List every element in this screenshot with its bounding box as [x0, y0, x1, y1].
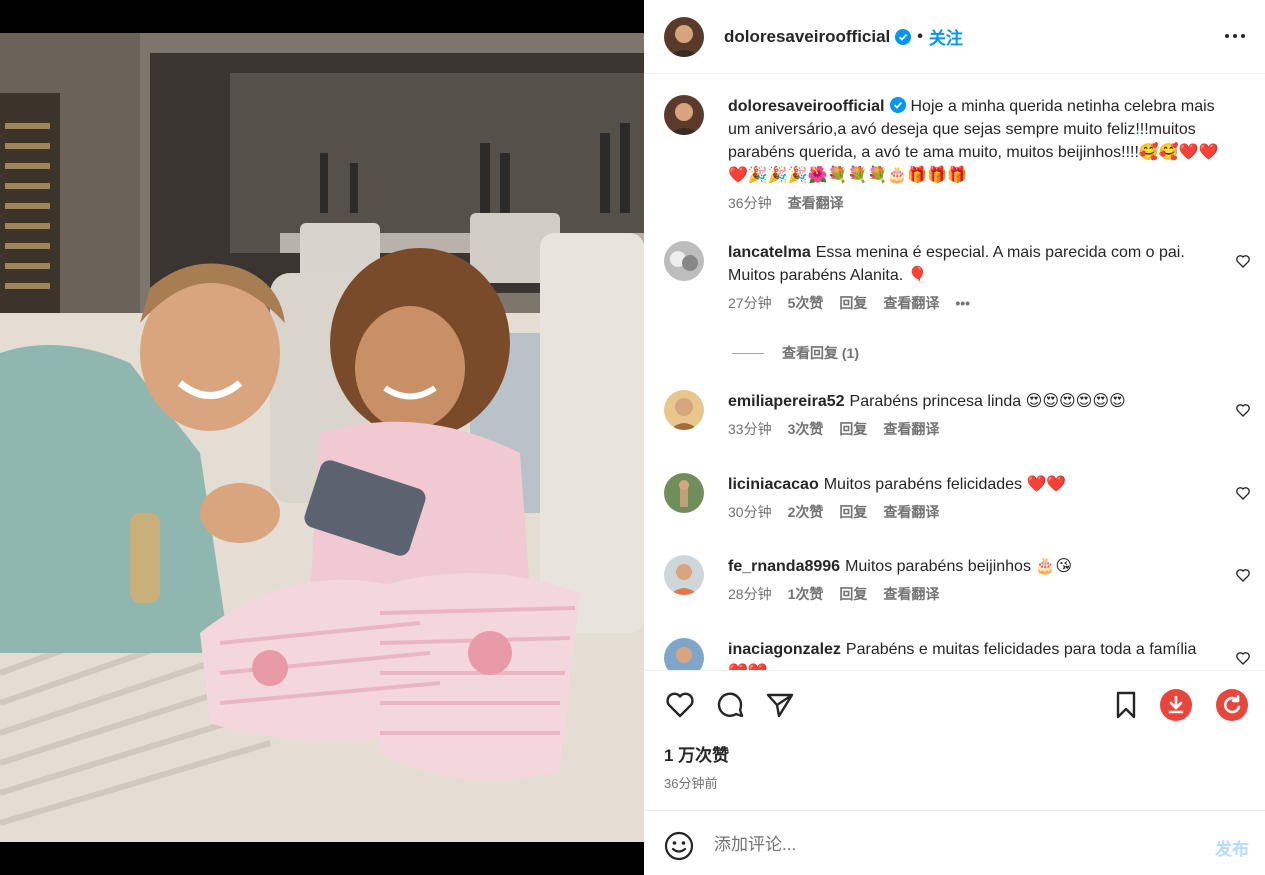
post-time[interactable]: 36分钟前 — [664, 773, 717, 792]
post-photo[interactable] — [0, 0, 644, 875]
view-replies-label: 查看回复 (1) — [782, 345, 859, 361]
comment-username[interactable]: emiliapereira52 — [728, 393, 845, 410]
caption-meta: 36分钟 查看翻译 — [728, 193, 1251, 213]
comment-time[interactable]: 28分钟 — [728, 584, 772, 604]
see-translation-link[interactable]: 查看翻译 — [883, 419, 939, 439]
comment-text: Muitos parabéns felicidades ❤️❤️ — [823, 476, 1067, 493]
comment-item: emiliapereira52 Parabéns princesa linda 😍… — [664, 390, 1251, 439]
verified-icon — [889, 97, 906, 113]
follow-button[interactable]: 关注 — [929, 24, 963, 49]
more-icon[interactable] — [1223, 26, 1247, 46]
bookmark-icon[interactable] — [1110, 689, 1142, 721]
comment-meta: 28分钟 1次赞 回复 查看翻译 — [728, 584, 1251, 604]
caption-time[interactable]: 36分钟 — [728, 193, 772, 213]
like-comment-icon[interactable] — [1235, 567, 1251, 583]
view-replies-button[interactable]: 查看回复 (1) — [732, 343, 859, 363]
download-icon[interactable] — [1160, 689, 1192, 721]
comment-body: fe_rnanda8996 Muitos parabéns beijinhos 🎂… — [728, 555, 1251, 578]
commenter-avatar[interactable] — [664, 241, 704, 281]
replies-divider — [732, 352, 764, 354]
comment-likes[interactable]: 1次赞 — [788, 584, 824, 604]
comment-meta: 30分钟 2次赞 回复 查看翻译 — [728, 502, 1251, 522]
author-avatar[interactable] — [664, 16, 704, 57]
commenter-avatar[interactable] — [664, 390, 704, 430]
caption-username[interactable]: doloresaveiroofficial — [728, 98, 885, 115]
refresh-icon[interactable] — [1216, 689, 1248, 721]
commenter-avatar[interactable] — [664, 555, 704, 595]
post-header: doloresaveiroofficial • 关注 — [644, 0, 1265, 74]
see-translation-link[interactable]: 查看翻译 — [788, 193, 844, 213]
comment-body: liciniacacao Muitos parabéns felicidades … — [728, 473, 1251, 496]
reply-button[interactable]: 回复 — [839, 293, 867, 313]
heart-icon[interactable] — [664, 689, 696, 721]
comment-username[interactable]: lancatelma — [728, 244, 811, 261]
comment-username[interactable]: fe_rnanda8996 — [728, 558, 840, 575]
comment-time[interactable]: 27分钟 — [728, 293, 772, 313]
comment-likes[interactable]: 2次赞 — [788, 502, 824, 522]
comment-likes[interactable]: 3次赞 — [788, 419, 824, 439]
separator-dot: • — [917, 27, 923, 45]
post-panel: doloresaveiroofficial • 关注 doloresaveiro… — [644, 0, 1265, 875]
like-comment-icon[interactable] — [1235, 485, 1251, 501]
comment-body: lancatelma Essa menina é especial. A mais… — [728, 241, 1251, 287]
reply-button[interactable]: 回复 — [839, 502, 867, 522]
comment-body: inaciagonzalez Parabéns e muitas felicida… — [728, 638, 1251, 670]
comment-item: inaciagonzalez Parabéns e muitas felicida… — [664, 638, 1251, 670]
photo-illustration — [0, 33, 644, 842]
reply-button[interactable]: 回复 — [839, 584, 867, 604]
post-comment-button[interactable]: 发布 — [1215, 835, 1249, 860]
comment-text: Parabéns princesa linda 😍😍😍😍😍😍 — [849, 393, 1126, 410]
like-comment-icon[interactable] — [1235, 650, 1251, 666]
comment-text: Muitos parabéns beijinhos 🎂😘 — [845, 558, 1072, 575]
comment-options-icon[interactable]: ••• — [955, 295, 970, 311]
like-comment-icon[interactable] — [1235, 402, 1251, 418]
comment-icon[interactable] — [714, 689, 746, 721]
comment-meta: 27分钟 5次赞 回复 查看翻译 ••• — [728, 293, 1251, 313]
like-comment-icon[interactable] — [1235, 253, 1251, 269]
caption: doloresaveiroofficial Hoje a minha querid… — [664, 95, 1251, 213]
comments-list[interactable]: doloresaveiroofficial Hoje a minha querid… — [644, 75, 1265, 670]
comment-likes[interactable]: 5次赞 — [788, 293, 824, 313]
commenter-avatar[interactable] — [664, 473, 704, 513]
share-icon[interactable] — [764, 689, 796, 721]
comment-composer: 发布 — [644, 810, 1265, 875]
see-translation-link[interactable]: 查看翻译 — [883, 293, 939, 313]
likes-count[interactable]: 1 万次赞 — [664, 741, 729, 766]
emoji-icon[interactable] — [664, 831, 694, 861]
comment-meta: 33分钟 3次赞 回复 查看翻译 — [728, 419, 1251, 439]
comment-input[interactable] — [714, 829, 1154, 861]
post-actions: 1 万次赞 36分钟前 — [644, 670, 1265, 810]
comment-time[interactable]: 33分钟 — [728, 419, 772, 439]
comment-username[interactable]: inaciagonzalez — [728, 641, 841, 658]
reply-button[interactable]: 回复 — [839, 419, 867, 439]
comment-username[interactable]: liciniacacao — [728, 476, 819, 493]
comment-time[interactable]: 30分钟 — [728, 502, 772, 522]
caption-body: doloresaveiroofficial Hoje a minha querid… — [728, 95, 1251, 187]
see-translation-link[interactable]: 查看翻译 — [883, 584, 939, 604]
see-translation-link[interactable]: 查看翻译 — [883, 502, 939, 522]
comment-item: lancatelma Essa menina é especial. A mais… — [664, 241, 1251, 313]
photo-scene — [0, 33, 644, 842]
author-avatar[interactable] — [664, 95, 704, 135]
commenter-avatar[interactable] — [664, 638, 704, 670]
comment-item: liciniacacao Muitos parabéns felicidades … — [664, 473, 1251, 522]
comment-body: emiliapereira52 Parabéns princesa linda 😍… — [728, 390, 1251, 413]
author-username[interactable]: doloresaveiroofficial — [724, 27, 890, 47]
comment-item: fe_rnanda8996 Muitos parabéns beijinhos 🎂… — [664, 555, 1251, 604]
verified-icon — [895, 28, 912, 45]
